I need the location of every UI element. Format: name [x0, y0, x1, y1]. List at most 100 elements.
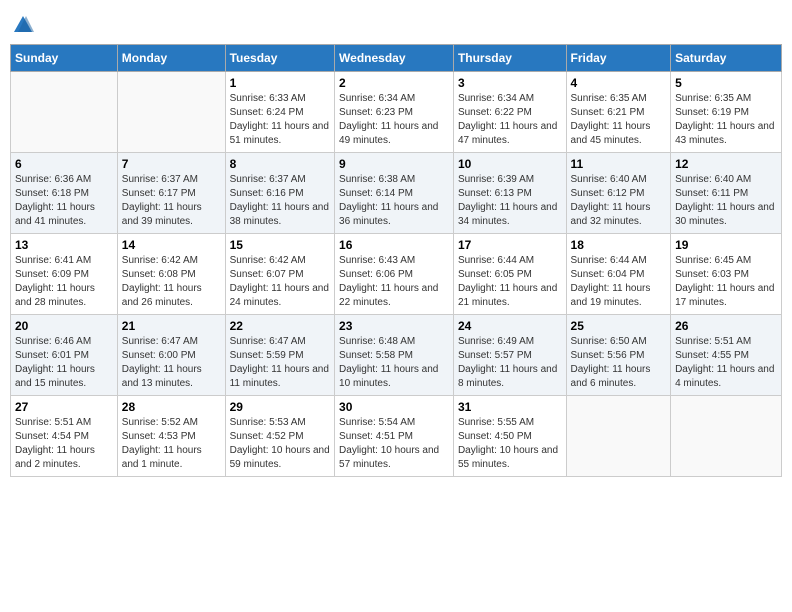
day-info: Sunrise: 5:51 AM Sunset: 4:54 PM Dayligh…: [15, 416, 113, 472]
calendar-cell: 3 Sunrise: 6:34 AM Sunset: 6:22 PM Daylig…: [453, 72, 566, 153]
calendar-cell: 11Sunrise: 6:40 AM Sunset: 6:12 PM Dayli…: [566, 153, 671, 234]
calendar-cell: 28 Sunrise: 5:52 AM Sunset: 4:53 PM Dayli…: [117, 396, 225, 477]
day-number: 12: [675, 157, 777, 171]
calendar-cell: [11, 72, 118, 153]
calendar-week-row: 6 Sunrise: 6:36 AM Sunset: 6:18 PM Daylig…: [11, 153, 782, 234]
day-number: 5: [675, 76, 777, 90]
day-number: 18: [571, 238, 667, 252]
day-info: Sunrise: 6:42 AM Sunset: 6:07 PM Dayligh…: [230, 254, 330, 310]
day-number: 1: [230, 76, 330, 90]
calendar-cell: 12Sunrise: 6:40 AM Sunset: 6:11 PM Dayli…: [671, 153, 782, 234]
calendar-cell: 22Sunrise: 6:47 AM Sunset: 5:59 PM Dayli…: [225, 315, 334, 396]
day-number: 11: [571, 157, 667, 171]
calendar-cell: 9 Sunrise: 6:38 AM Sunset: 6:14 PM Daylig…: [335, 153, 454, 234]
calendar-cell: [117, 72, 225, 153]
calendar-cell: 8 Sunrise: 6:37 AM Sunset: 6:16 PM Daylig…: [225, 153, 334, 234]
day-info: Sunrise: 6:42 AM Sunset: 6:08 PM Dayligh…: [122, 254, 221, 310]
header-friday: Friday: [566, 45, 671, 72]
day-number: 30: [339, 400, 449, 414]
day-number: 22: [230, 319, 330, 333]
day-number: 9: [339, 157, 449, 171]
calendar-cell: 13Sunrise: 6:41 AM Sunset: 6:09 PM Dayli…: [11, 234, 118, 315]
day-number: 29: [230, 400, 330, 414]
day-info: Sunrise: 5:53 AM Sunset: 4:52 PM Dayligh…: [230, 416, 330, 472]
calendar-cell: 17 Sunrise: 6:44 AM Sunset: 6:05 PM Dayli…: [453, 234, 566, 315]
header-tuesday: Tuesday: [225, 45, 334, 72]
day-number: 27: [15, 400, 113, 414]
calendar-cell: 27 Sunrise: 5:51 AM Sunset: 4:54 PM Dayli…: [11, 396, 118, 477]
day-info: Sunrise: 6:45 AM Sunset: 6:03 PM Dayligh…: [675, 254, 777, 310]
calendar-cell: 7 Sunrise: 6:37 AM Sunset: 6:17 PM Daylig…: [117, 153, 225, 234]
day-info: Sunrise: 6:33 AM Sunset: 6:24 PM Dayligh…: [230, 92, 330, 148]
header-monday: Monday: [117, 45, 225, 72]
day-number: 16: [339, 238, 449, 252]
day-info: Sunrise: 6:44 AM Sunset: 6:05 PM Dayligh…: [458, 254, 562, 310]
day-number: 28: [122, 400, 221, 414]
calendar-cell: 4 Sunrise: 6:35 AM Sunset: 6:21 PM Daylig…: [566, 72, 671, 153]
day-number: 20: [15, 319, 113, 333]
day-info: Sunrise: 6:39 AM Sunset: 6:13 PM Dayligh…: [458, 173, 562, 229]
day-info: Sunrise: 5:54 AM Sunset: 4:51 PM Dayligh…: [339, 416, 449, 472]
day-number: 21: [122, 319, 221, 333]
header-thursday: Thursday: [453, 45, 566, 72]
calendar-cell: 29 Sunrise: 5:53 AM Sunset: 4:52 PM Dayli…: [225, 396, 334, 477]
day-info: Sunrise: 6:34 AM Sunset: 6:23 PM Dayligh…: [339, 92, 449, 148]
calendar-cell: 31 Sunrise: 5:55 AM Sunset: 4:50 PM Dayli…: [453, 396, 566, 477]
day-info: Sunrise: 6:37 AM Sunset: 6:16 PM Dayligh…: [230, 173, 330, 229]
day-info: Sunrise: 6:35 AM Sunset: 6:21 PM Dayligh…: [571, 92, 667, 148]
day-info: Sunrise: 6:41 AM Sunset: 6:09 PM Dayligh…: [15, 254, 113, 310]
day-info: Sunrise: 6:50 AM Sunset: 5:56 PM Dayligh…: [571, 335, 667, 391]
calendar-table: SundayMondayTuesdayWednesdayThursdayFrid…: [10, 44, 782, 477]
day-info: Sunrise: 6:36 AM Sunset: 6:18 PM Dayligh…: [15, 173, 113, 229]
day-number: 7: [122, 157, 221, 171]
day-number: 8: [230, 157, 330, 171]
day-number: 17: [458, 238, 562, 252]
day-number: 2: [339, 76, 449, 90]
day-info: Sunrise: 6:46 AM Sunset: 6:01 PM Dayligh…: [15, 335, 113, 391]
day-info: Sunrise: 5:55 AM Sunset: 4:50 PM Dayligh…: [458, 416, 562, 472]
calendar-cell: 26 Sunrise: 5:51 AM Sunset: 4:55 PM Dayli…: [671, 315, 782, 396]
calendar-cell: 14 Sunrise: 6:42 AM Sunset: 6:08 PM Dayli…: [117, 234, 225, 315]
calendar-cell: 18 Sunrise: 6:44 AM Sunset: 6:04 PM Dayli…: [566, 234, 671, 315]
calendar-cell: 15 Sunrise: 6:42 AM Sunset: 6:07 PM Dayli…: [225, 234, 334, 315]
day-number: 4: [571, 76, 667, 90]
calendar-cell: 16 Sunrise: 6:43 AM Sunset: 6:06 PM Dayli…: [335, 234, 454, 315]
day-info: Sunrise: 6:34 AM Sunset: 6:22 PM Dayligh…: [458, 92, 562, 148]
day-info: Sunrise: 6:43 AM Sunset: 6:06 PM Dayligh…: [339, 254, 449, 310]
day-number: 6: [15, 157, 113, 171]
day-info: Sunrise: 6:49 AM Sunset: 5:57 PM Dayligh…: [458, 335, 562, 391]
day-number: 26: [675, 319, 777, 333]
header-saturday: Saturday: [671, 45, 782, 72]
calendar-cell: 20 Sunrise: 6:46 AM Sunset: 6:01 PM Dayli…: [11, 315, 118, 396]
day-number: 23: [339, 319, 449, 333]
calendar-header-row: SundayMondayTuesdayWednesdayThursdayFrid…: [11, 45, 782, 72]
day-info: Sunrise: 5:51 AM Sunset: 4:55 PM Dayligh…: [675, 335, 777, 391]
day-info: Sunrise: 6:44 AM Sunset: 6:04 PM Dayligh…: [571, 254, 667, 310]
day-info: Sunrise: 6:38 AM Sunset: 6:14 PM Dayligh…: [339, 173, 449, 229]
day-info: Sunrise: 5:52 AM Sunset: 4:53 PM Dayligh…: [122, 416, 221, 472]
calendar-week-row: 1 Sunrise: 6:33 AM Sunset: 6:24 PM Daylig…: [11, 72, 782, 153]
calendar-week-row: 27 Sunrise: 5:51 AM Sunset: 4:54 PM Dayli…: [11, 396, 782, 477]
calendar-cell: 1 Sunrise: 6:33 AM Sunset: 6:24 PM Daylig…: [225, 72, 334, 153]
calendar-cell: 21 Sunrise: 6:47 AM Sunset: 6:00 PM Dayli…: [117, 315, 225, 396]
calendar-cell: 2 Sunrise: 6:34 AM Sunset: 6:23 PM Daylig…: [335, 72, 454, 153]
day-info: Sunrise: 6:37 AM Sunset: 6:17 PM Dayligh…: [122, 173, 221, 229]
day-number: 24: [458, 319, 562, 333]
calendar-cell: 23Sunrise: 6:48 AM Sunset: 5:58 PM Dayli…: [335, 315, 454, 396]
calendar-cell: 6 Sunrise: 6:36 AM Sunset: 6:18 PM Daylig…: [11, 153, 118, 234]
day-number: 31: [458, 400, 562, 414]
logo-icon: [12, 14, 34, 36]
calendar-cell: [566, 396, 671, 477]
day-number: 14: [122, 238, 221, 252]
header-wednesday: Wednesday: [335, 45, 454, 72]
day-info: Sunrise: 6:47 AM Sunset: 6:00 PM Dayligh…: [122, 335, 221, 391]
day-number: 3: [458, 76, 562, 90]
day-number: 10: [458, 157, 562, 171]
logo: [10, 10, 34, 36]
day-number: 19: [675, 238, 777, 252]
calendar-cell: 19 Sunrise: 6:45 AM Sunset: 6:03 PM Dayli…: [671, 234, 782, 315]
day-number: 15: [230, 238, 330, 252]
day-number: 25: [571, 319, 667, 333]
page-header: [10, 10, 782, 36]
calendar-cell: 5Sunrise: 6:35 AM Sunset: 6:19 PM Daylig…: [671, 72, 782, 153]
